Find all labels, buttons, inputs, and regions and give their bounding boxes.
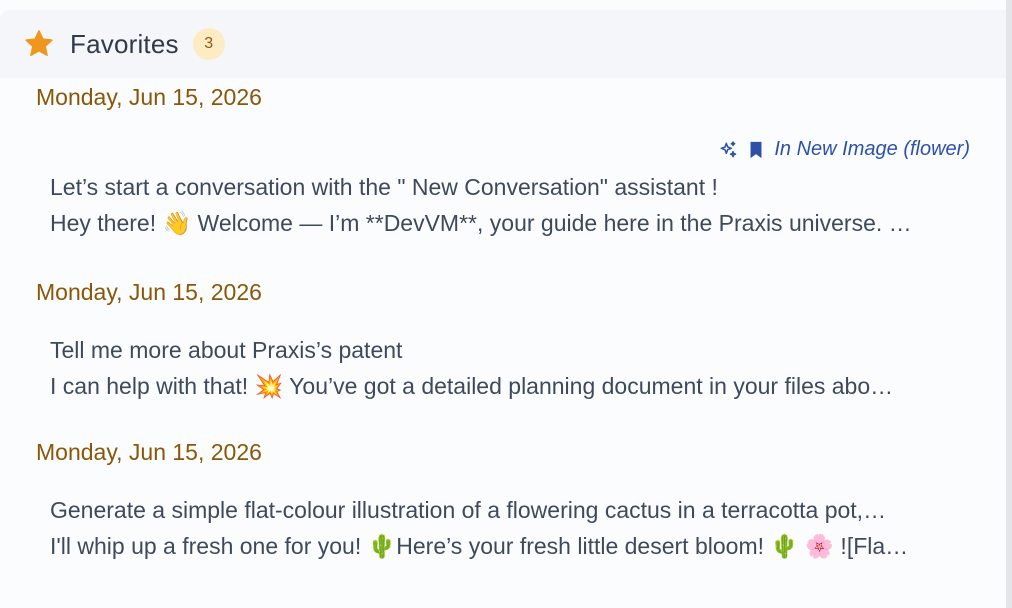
entry-prompt: Let’s start a conversation with the " Ne… bbox=[50, 174, 718, 200]
list-item[interactable]: Let’s start a conversation with the " Ne… bbox=[36, 169, 972, 241]
date-heading: Monday, Jun 15, 2026 bbox=[36, 84, 262, 110]
source-link[interactable]: In New Image (flower) bbox=[718, 138, 970, 161]
date-heading: Monday, Jun 15, 2026 bbox=[36, 279, 262, 305]
entry-response: I'll whip up a fresh one for you! 🌵Here’… bbox=[50, 533, 909, 559]
date-heading: Monday, Jun 15, 2026 bbox=[36, 439, 262, 465]
sparkles-icon bbox=[718, 140, 738, 160]
scrollbar-track[interactable] bbox=[1006, 0, 1012, 608]
page-title: Favorites bbox=[70, 28, 179, 59]
entry-prompt: Generate a simple flat-colour illustrati… bbox=[50, 497, 887, 523]
favorites-header: Favorites 3 bbox=[0, 10, 1006, 78]
entry-response: Hey there! 👋 Welcome — I’m **DevVM**, yo… bbox=[50, 210, 912, 236]
favorites-list: Monday, Jun 15, 2026 In New Image (flowe… bbox=[0, 78, 1006, 608]
entry-response: I can help with that! 💥 You’ve got a det… bbox=[50, 373, 894, 399]
list-item[interactable]: Generate a simple flat-colour illustrati… bbox=[36, 492, 972, 564]
bookmark-icon bbox=[746, 140, 766, 160]
source-label: In New Image (flower) bbox=[774, 138, 970, 160]
favorites-count-badge: 3 bbox=[192, 28, 225, 60]
entry-prompt: Tell me more about Praxis’s patent bbox=[50, 337, 403, 363]
star-icon bbox=[22, 27, 56, 61]
favorites-panel: Favorites 3 Monday, Jun 15, 2026 In New … bbox=[0, 0, 1012, 608]
list-item[interactable]: Tell me more about Praxis’s patent I can… bbox=[36, 332, 972, 404]
